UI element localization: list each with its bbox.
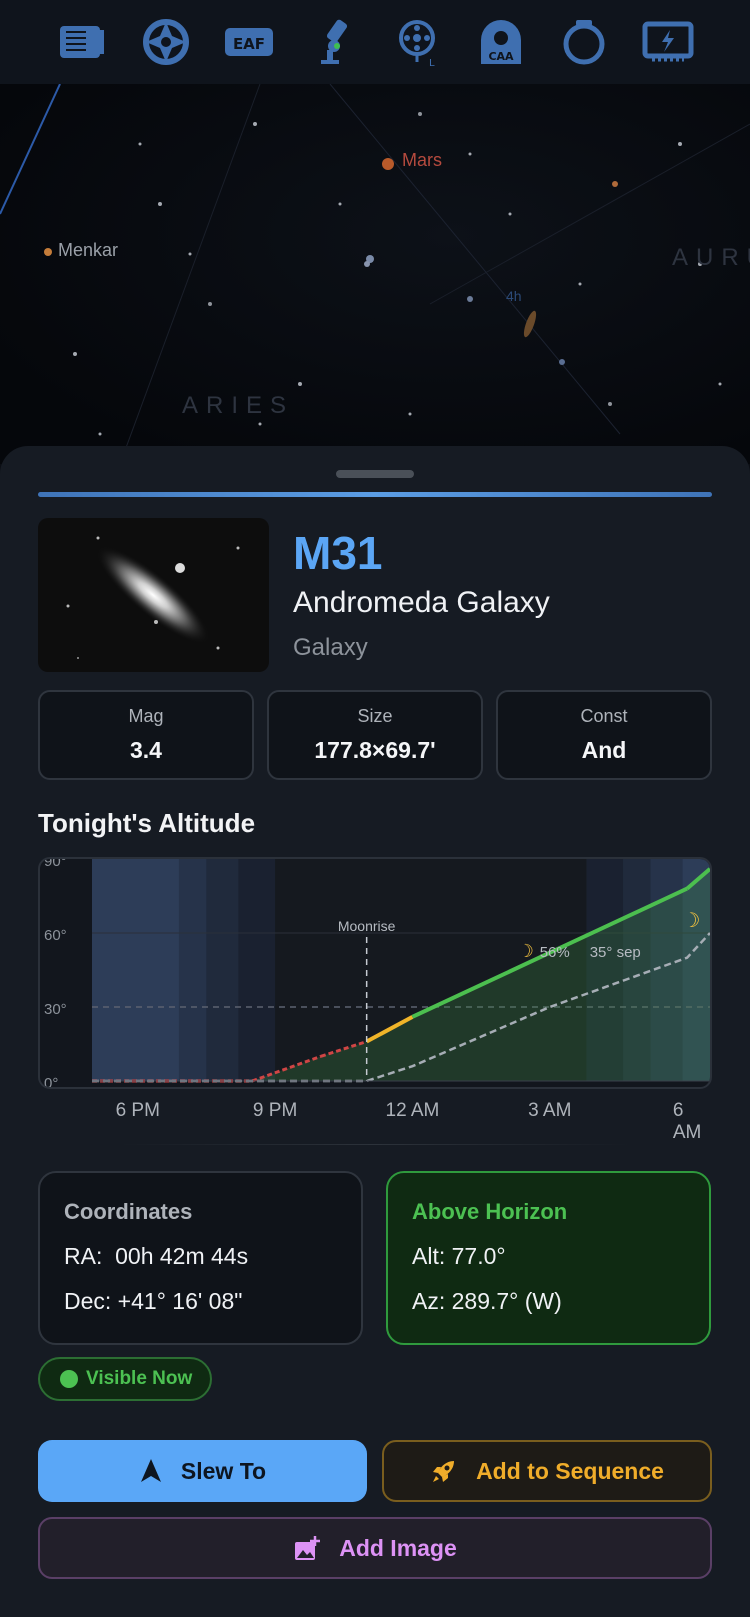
eaf-button[interactable]: EAF <box>219 12 279 72</box>
x-tick-label: 9 PM <box>252 1100 298 1121</box>
moonrise-label: Moonrise <box>338 918 396 934</box>
y-tick-label: 0° <box>44 1075 58 1087</box>
horizon-card: Above Horizon Alt: 77.0° Az: 289.7° (W) <box>386 1171 711 1345</box>
stat-label: Mag <box>128 706 164 726</box>
coordinates-title: Coordinates <box>64 1199 193 1224</box>
sky-map[interactable]: Mars Menkar 4h ARIES AURU <box>0 84 750 464</box>
sheet-drag-handle[interactable] <box>336 470 414 478</box>
altitude-chart[interactable]: 90° 60° 30° 0° Moonrise ☽ ☽ 56% 35° sep <box>38 857 712 1089</box>
twilight-band <box>206 859 239 1081</box>
galaxy-image <box>66 536 240 659</box>
device-toolbar: EAF L CAA <box>0 0 750 84</box>
caa-button[interactable]: CAA <box>471 12 531 72</box>
filter-wheel-icon <box>142 19 189 65</box>
stat-label: Const <box>580 706 628 726</box>
svg-text:EAF: EAF <box>233 35 265 53</box>
ring-button[interactable] <box>554 12 614 72</box>
add-photo-icon <box>295 1536 321 1560</box>
object-thumbnail <box>38 518 269 672</box>
rocket-icon <box>433 1461 455 1482</box>
horizon-status-title: Above Horizon <box>412 1199 568 1224</box>
object-type: Galaxy <box>293 634 368 661</box>
altitude-value: Alt: 77.0° <box>412 1243 506 1269</box>
visibility-label: Visible Now <box>86 1368 193 1389</box>
sky-label-mars[interactable]: Mars <box>402 150 442 171</box>
status-dot-icon <box>60 1370 78 1388</box>
accent-bar <box>38 492 712 497</box>
add-image-button[interactable]: Add Image <box>38 1517 712 1579</box>
twilight-band <box>92 859 179 1081</box>
camera-button[interactable] <box>52 12 112 72</box>
stat-label: Size <box>357 706 393 726</box>
azimuth-value: Az: 289.7° (W) <box>412 1288 562 1314</box>
object-detail-sheet: M31 Andromeda Galaxy Galaxy Mag 3.4 Size… <box>0 446 750 1617</box>
caa-icon: CAA <box>480 20 521 64</box>
power-box-button[interactable] <box>638 12 698 72</box>
altitude-x-axis: 6 PM 9 PM 12 AM 3 AM 6 AM <box>38 1100 712 1143</box>
section-divider <box>120 1144 630 1145</box>
add-to-sequence-label: Add to Sequence <box>476 1457 664 1484</box>
slew-to-button[interactable]: Slew To <box>38 1440 367 1502</box>
coordinates-card: Coordinates RA: 00h 42m 44s Dec: +41° 16… <box>38 1171 363 1345</box>
sky-label-menkar[interactable]: Menkar <box>58 240 118 261</box>
object-common-name: Andromeda Galaxy <box>293 586 550 619</box>
eaf-icon: EAF <box>225 28 274 56</box>
object-catalog-id: M31 <box>293 527 383 579</box>
ring-icon <box>563 20 605 65</box>
x-tick-label: 6 PM <box>115 1100 160 1121</box>
power-box-icon <box>642 21 694 62</box>
svg-text:L: L <box>429 58 435 68</box>
stat-constellation: Const And <box>496 690 712 780</box>
moon-icon: ☽ <box>518 941 534 962</box>
telescope-mount-icon <box>321 19 348 64</box>
star-field <box>0 84 750 464</box>
slew-to-label: Slew To <box>180 1457 267 1484</box>
x-tick-label: 6 AM <box>672 1100 702 1143</box>
stat-magnitude: Mag 3.4 <box>38 690 254 780</box>
ra-value: RA: 00h 42m 44s <box>64 1243 249 1269</box>
guider-icon: L <box>398 20 435 68</box>
sky-grid-label: 4h <box>506 288 522 304</box>
visibility-badge: Visible Now <box>38 1357 212 1401</box>
mount-button[interactable] <box>303 12 363 72</box>
add-to-sequence-button[interactable]: Add to Sequence <box>382 1440 712 1502</box>
y-tick-label: 60° <box>44 927 67 944</box>
y-tick-label: 90° <box>44 859 67 870</box>
constellation-label-taurus: AURU <box>672 244 750 271</box>
stat-size: Size 177.8×69.7' <box>267 690 483 780</box>
x-tick-label: 3 AM <box>528 1100 572 1121</box>
y-tick-label: 30° <box>44 1001 67 1018</box>
moon-separation-label: 35° sep <box>590 944 641 961</box>
stat-value: 177.8×69.7' <box>314 737 436 763</box>
camera-icon <box>59 26 104 58</box>
guider-button[interactable]: L <box>387 12 447 72</box>
altitude-chart-svg: 90° 60° 30° 0° Moonrise ☽ ☽ 56% 35° sep <box>44 859 710 1087</box>
stat-value: And <box>581 737 627 763</box>
svg-text:CAA: CAA <box>488 50 514 63</box>
navigation-arrow-icon <box>140 1459 161 1482</box>
moon-phase-label: 56% <box>540 944 570 961</box>
dec-value: Dec: +41° 16' 08" <box>64 1288 243 1314</box>
add-image-label: Add Image <box>339 1534 457 1561</box>
twilight-band <box>178 859 207 1081</box>
constellation-label-aries: ARIES <box>182 392 295 419</box>
moon-icon: ☽ <box>683 908 701 932</box>
filter-wheel-button[interactable] <box>136 12 196 72</box>
altitude-section-title: Tonight's Altitude <box>38 808 256 838</box>
stat-value: 3.4 <box>130 737 162 763</box>
twilight-band <box>238 859 276 1081</box>
x-tick-label: 12 AM <box>385 1100 440 1121</box>
